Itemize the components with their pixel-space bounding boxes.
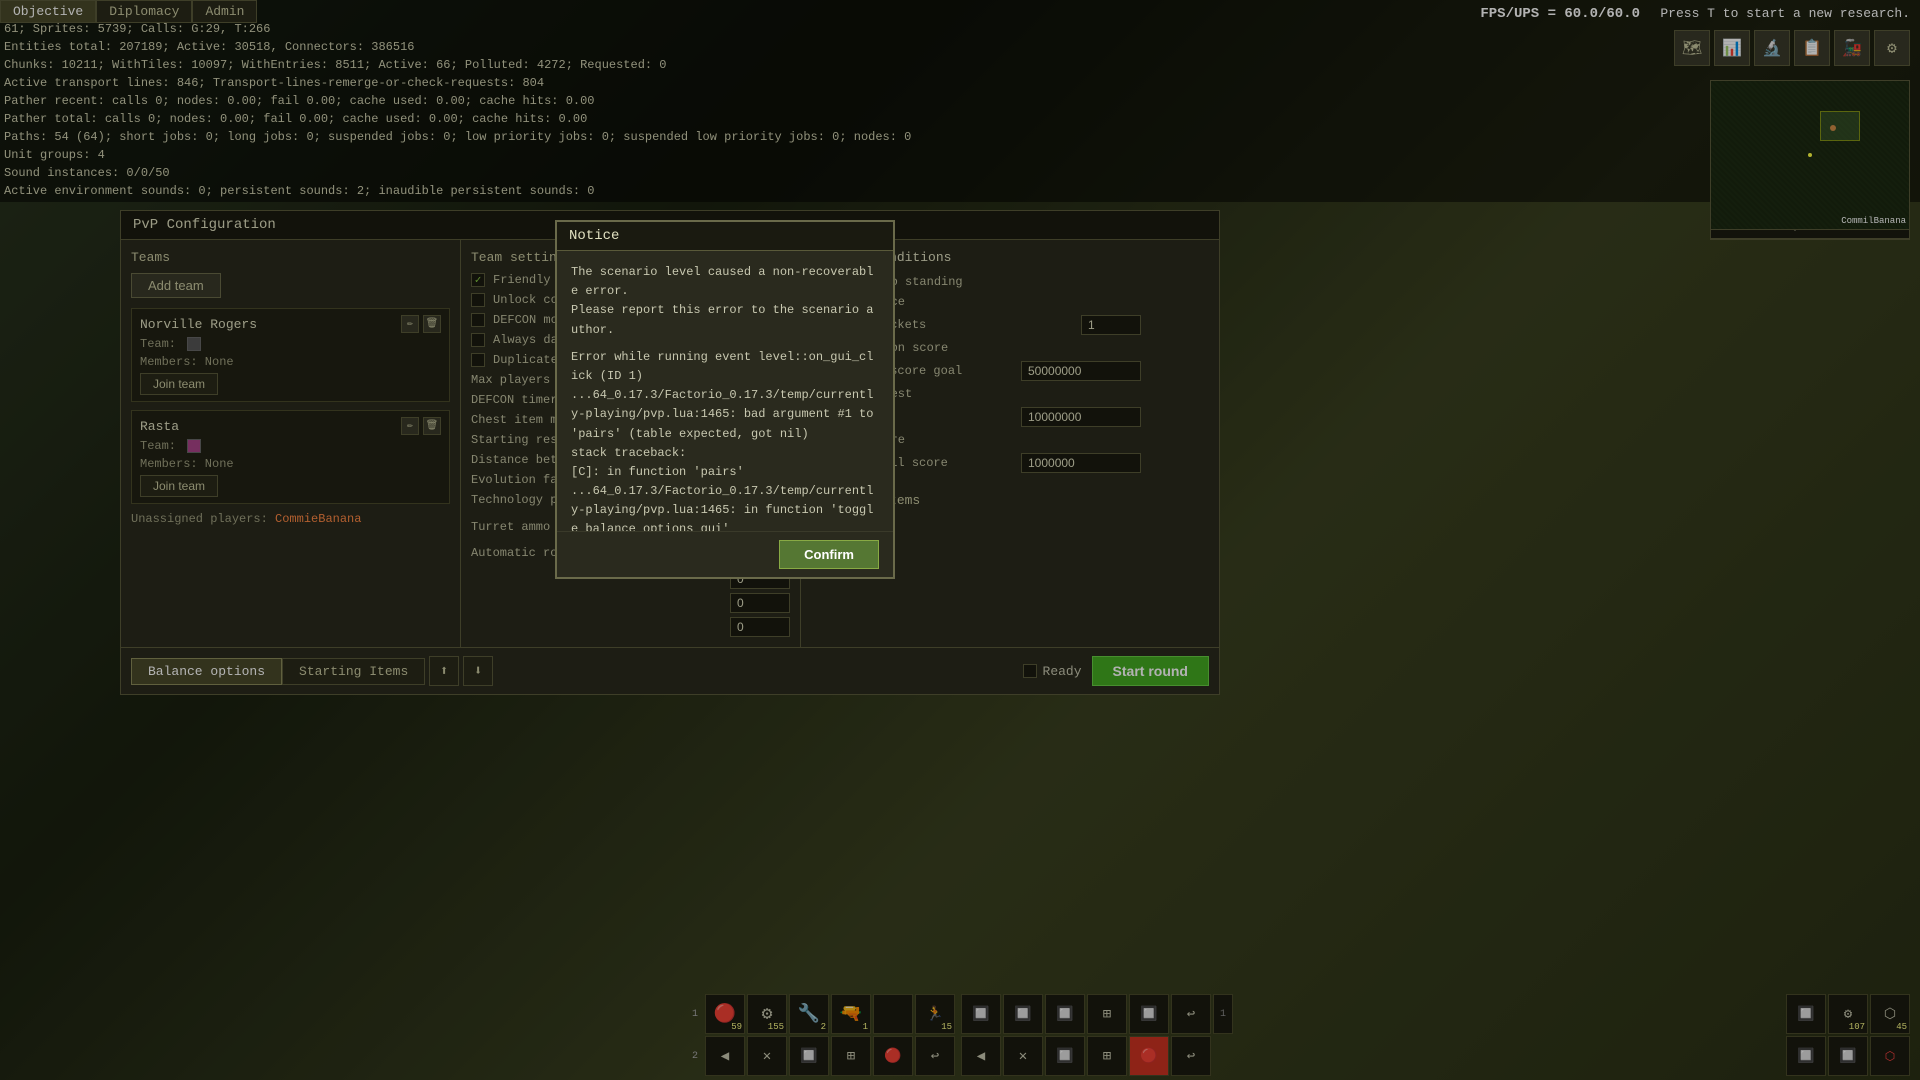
- notice-body: The scenario level caused a non-recovera…: [557, 251, 893, 531]
- notice-trace3: [C]: in function 'pairs': [571, 463, 879, 482]
- modal-overlay: Notice The scenario level caused a non-r…: [0, 0, 1920, 1080]
- notice-modal: Notice The scenario level caused a non-r…: [555, 220, 895, 579]
- notice-footer: Confirm: [557, 531, 893, 577]
- notice-error-header: Error while running event level::on_gui_…: [571, 348, 879, 386]
- notice-trace1: ...64_0.17.3/Factorio_0.17.3/temp/curren…: [571, 386, 879, 444]
- confirm-button[interactable]: Confirm: [779, 540, 879, 569]
- notice-trace2: stack traceback:: [571, 444, 879, 463]
- notice-title: Notice: [557, 222, 893, 251]
- notice-line2: Please report this error to the scenario…: [571, 301, 879, 339]
- notice-line1: The scenario level caused a non-recovera…: [571, 263, 879, 301]
- notice-trace4: ...64_0.17.3/Factorio_0.17.3/temp/curren…: [571, 482, 879, 531]
